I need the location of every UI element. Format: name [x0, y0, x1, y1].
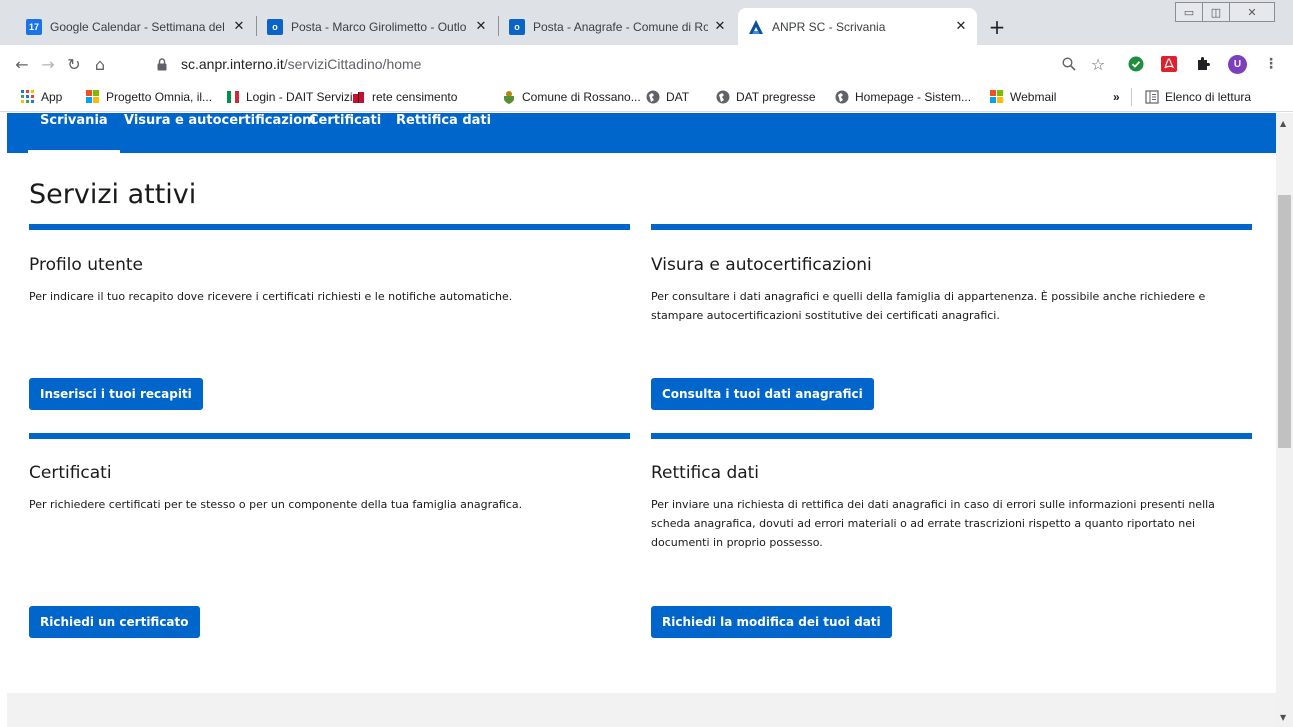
bookmark-label: Comune di Rossano...: [522, 90, 641, 104]
tab-anpr-scrivania[interactable]: ANPR SC - Scrivania ✕: [738, 8, 977, 45]
bookmarks-separator: [1131, 88, 1132, 106]
scroll-down-arrow-icon[interactable]: ▼: [1280, 713, 1286, 722]
globe-icon: [646, 90, 660, 104]
globe-icon: [835, 90, 849, 104]
verified-extension-icon[interactable]: [1127, 55, 1145, 73]
card-title-visura: Visura e autocertificazioni: [651, 255, 872, 275]
bookmark-rete-censimento[interactable]: rete censimento: [352, 88, 457, 106]
bookmark-label: DAT pregresse: [736, 90, 816, 104]
zoom-icon[interactable]: [1060, 55, 1078, 73]
card-desc-profilo: Per indicare il tuo recapito dove riceve…: [29, 290, 513, 303]
bookmark-label: DAT: [666, 90, 690, 104]
bookmark-label: Webmail: [1010, 90, 1057, 104]
card-desc-rettifica: Per inviare una richiesta di rettifica d…: [651, 498, 1215, 549]
tab-google-calendar[interactable]: 17 Google Calendar - Settimana del ✕: [16, 8, 255, 45]
puzzle-extensions-icon[interactable]: [1194, 55, 1212, 73]
microsoft-logo-icon: [990, 90, 1004, 104]
close-icon[interactable]: ✕: [473, 19, 489, 35]
reading-list-button[interactable]: Elenco di lettura: [1145, 88, 1251, 106]
tab-title: Posta - Marco Girolimetto - Outlo: [291, 19, 467, 34]
reading-list-label: Elenco di lettura: [1165, 90, 1252, 104]
bookmark-dat[interactable]: DAT: [646, 88, 689, 106]
back-arrow-icon[interactable]: ←: [10, 52, 34, 76]
url-text[interactable]: sc.anpr.interno.it/serviziCittadino/home: [181, 56, 421, 72]
close-icon[interactable]: ✕: [712, 19, 728, 35]
page-footer: [7, 693, 1276, 727]
window-controls: ▭ ◫ ✕: [1175, 2, 1275, 24]
nav-scrivania[interactable]: Scrivania: [28, 113, 120, 153]
coat-of-arms-icon: [502, 90, 516, 104]
card-top-bar: [29, 433, 630, 439]
card-title-profilo: Profilo utente: [29, 255, 144, 275]
minimize-button[interactable]: ▭: [1175, 2, 1203, 22]
inserisci-recapiti-button[interactable]: Inserisci i tuoi recapiti: [29, 378, 203, 410]
bookmark-label: rete censimento: [372, 90, 458, 104]
tab-posta-anagrafe[interactable]: o Posta - Anagrafe - Comune di Ro ✕: [499, 8, 736, 45]
browser-toolbar: ← → ↻ ⌂ sc.anpr.interno.it/serviziCittad…: [0, 45, 1293, 82]
richiedi-certificato-button[interactable]: Richiedi un certificato: [29, 606, 200, 638]
card-title-certificati: Certificati: [29, 463, 112, 483]
consulta-dati-anagrafici-button[interactable]: Consulta i tuoi dati anagrafici: [651, 378, 874, 410]
outlook-icon: o: [267, 18, 283, 35]
bookmark-label: Progetto Omnia, il...: [106, 90, 213, 104]
scroll-up-arrow-icon[interactable]: ▲: [1280, 119, 1286, 128]
site-nav: Scrivania Visura e autocertificazioni Ce…: [7, 113, 1276, 153]
richiedi-modifica-dati-button[interactable]: Richiedi la modifica dei tuoi dati: [651, 606, 892, 638]
restore-button[interactable]: ◫: [1202, 2, 1230, 22]
nav-certificati[interactable]: Certificati: [309, 113, 381, 153]
outlook-icon: o: [509, 18, 525, 35]
tab-strip: 17 Google Calendar - Settimana del ✕ o P…: [0, 0, 1293, 45]
card-desc-visura: Per consultare i dati anagrafici e quell…: [651, 290, 1206, 322]
new-tab-button[interactable]: +: [986, 16, 1008, 38]
globe-icon: [716, 90, 730, 104]
page-title: Servizi attivi: [29, 179, 197, 210]
calendar-icon: 17: [26, 18, 42, 35]
italy-flag-icon: [226, 90, 240, 104]
nav-visura-autocertificazioni[interactable]: Visura e autocertificazioni: [124, 113, 316, 153]
star-bookmark-icon[interactable]: ☆: [1089, 55, 1107, 74]
forward-arrow-icon[interactable]: →: [36, 52, 60, 76]
anpr-logo-icon: [748, 19, 764, 35]
tab-title: Google Calendar - Settimana del: [50, 19, 225, 34]
tab-title: ANPR SC - Scrivania: [772, 19, 886, 34]
close-window-button[interactable]: ✕: [1229, 2, 1275, 22]
bookmark-label: Homepage - Sistem...: [855, 90, 972, 104]
bookmark-progetto-omnia[interactable]: Progetto Omnia, il...: [86, 88, 212, 106]
istat-icon: [352, 90, 366, 104]
bookmark-comune-rossano[interactable]: Comune di Rossano...: [502, 88, 641, 106]
card-title-rettifica: Rettifica dati: [651, 463, 760, 483]
apps-grid-icon: [21, 90, 35, 104]
close-icon[interactable]: ✕: [953, 19, 969, 35]
card-desc-certificati: Per richiedere certificati per te stesso…: [29, 498, 523, 511]
tab-title: Posta - Anagrafe - Comune di Ro: [533, 19, 708, 34]
bookmark-homepage-sistem[interactable]: Homepage - Sistem...: [835, 88, 971, 106]
menu-kebab-icon[interactable]: ⋮: [1262, 55, 1280, 73]
bookmarks-bar: App Progetto Omnia, il... Login - DAIT S…: [0, 82, 1293, 112]
close-icon[interactable]: ✕: [231, 19, 247, 35]
bookmark-label: App: [41, 90, 63, 104]
bookmark-login-dait[interactable]: Login - DAIT Servizi: [226, 88, 352, 106]
reload-icon[interactable]: ↻: [62, 52, 86, 76]
bookmark-dat-pregresse[interactable]: DAT pregresse: [716, 88, 816, 106]
card-top-bar: [29, 224, 630, 230]
profile-avatar[interactable]: U: [1228, 55, 1247, 74]
nav-rettifica-dati[interactable]: Rettifica dati: [396, 113, 491, 153]
lock-icon[interactable]: [157, 56, 167, 75]
windows-logo-icon: [86, 90, 100, 104]
url-path: /serviziCittadino/home: [283, 56, 422, 72]
tab-posta-marco[interactable]: o Posta - Marco Girolimetto - Outlo ✕: [257, 8, 497, 45]
bookmark-label: Login - DAIT Servizi: [246, 90, 353, 104]
page-viewport: Scrivania Visura e autocertificazioni Ce…: [7, 113, 1276, 727]
reading-list-icon: [1145, 90, 1159, 104]
home-icon[interactable]: ⌂: [88, 52, 112, 76]
scrollbar-thumb[interactable]: [1278, 195, 1291, 448]
bookmark-webmail[interactable]: Webmail: [990, 88, 1056, 106]
pdf-extension-icon[interactable]: [1160, 55, 1178, 73]
bookmarks-overflow-button[interactable]: »: [1113, 88, 1120, 106]
card-top-bar: [651, 224, 1252, 230]
card-top-bar: [651, 433, 1252, 439]
bookmark-app[interactable]: App: [21, 88, 62, 106]
url-domain: sc.anpr.interno.it: [181, 56, 284, 72]
